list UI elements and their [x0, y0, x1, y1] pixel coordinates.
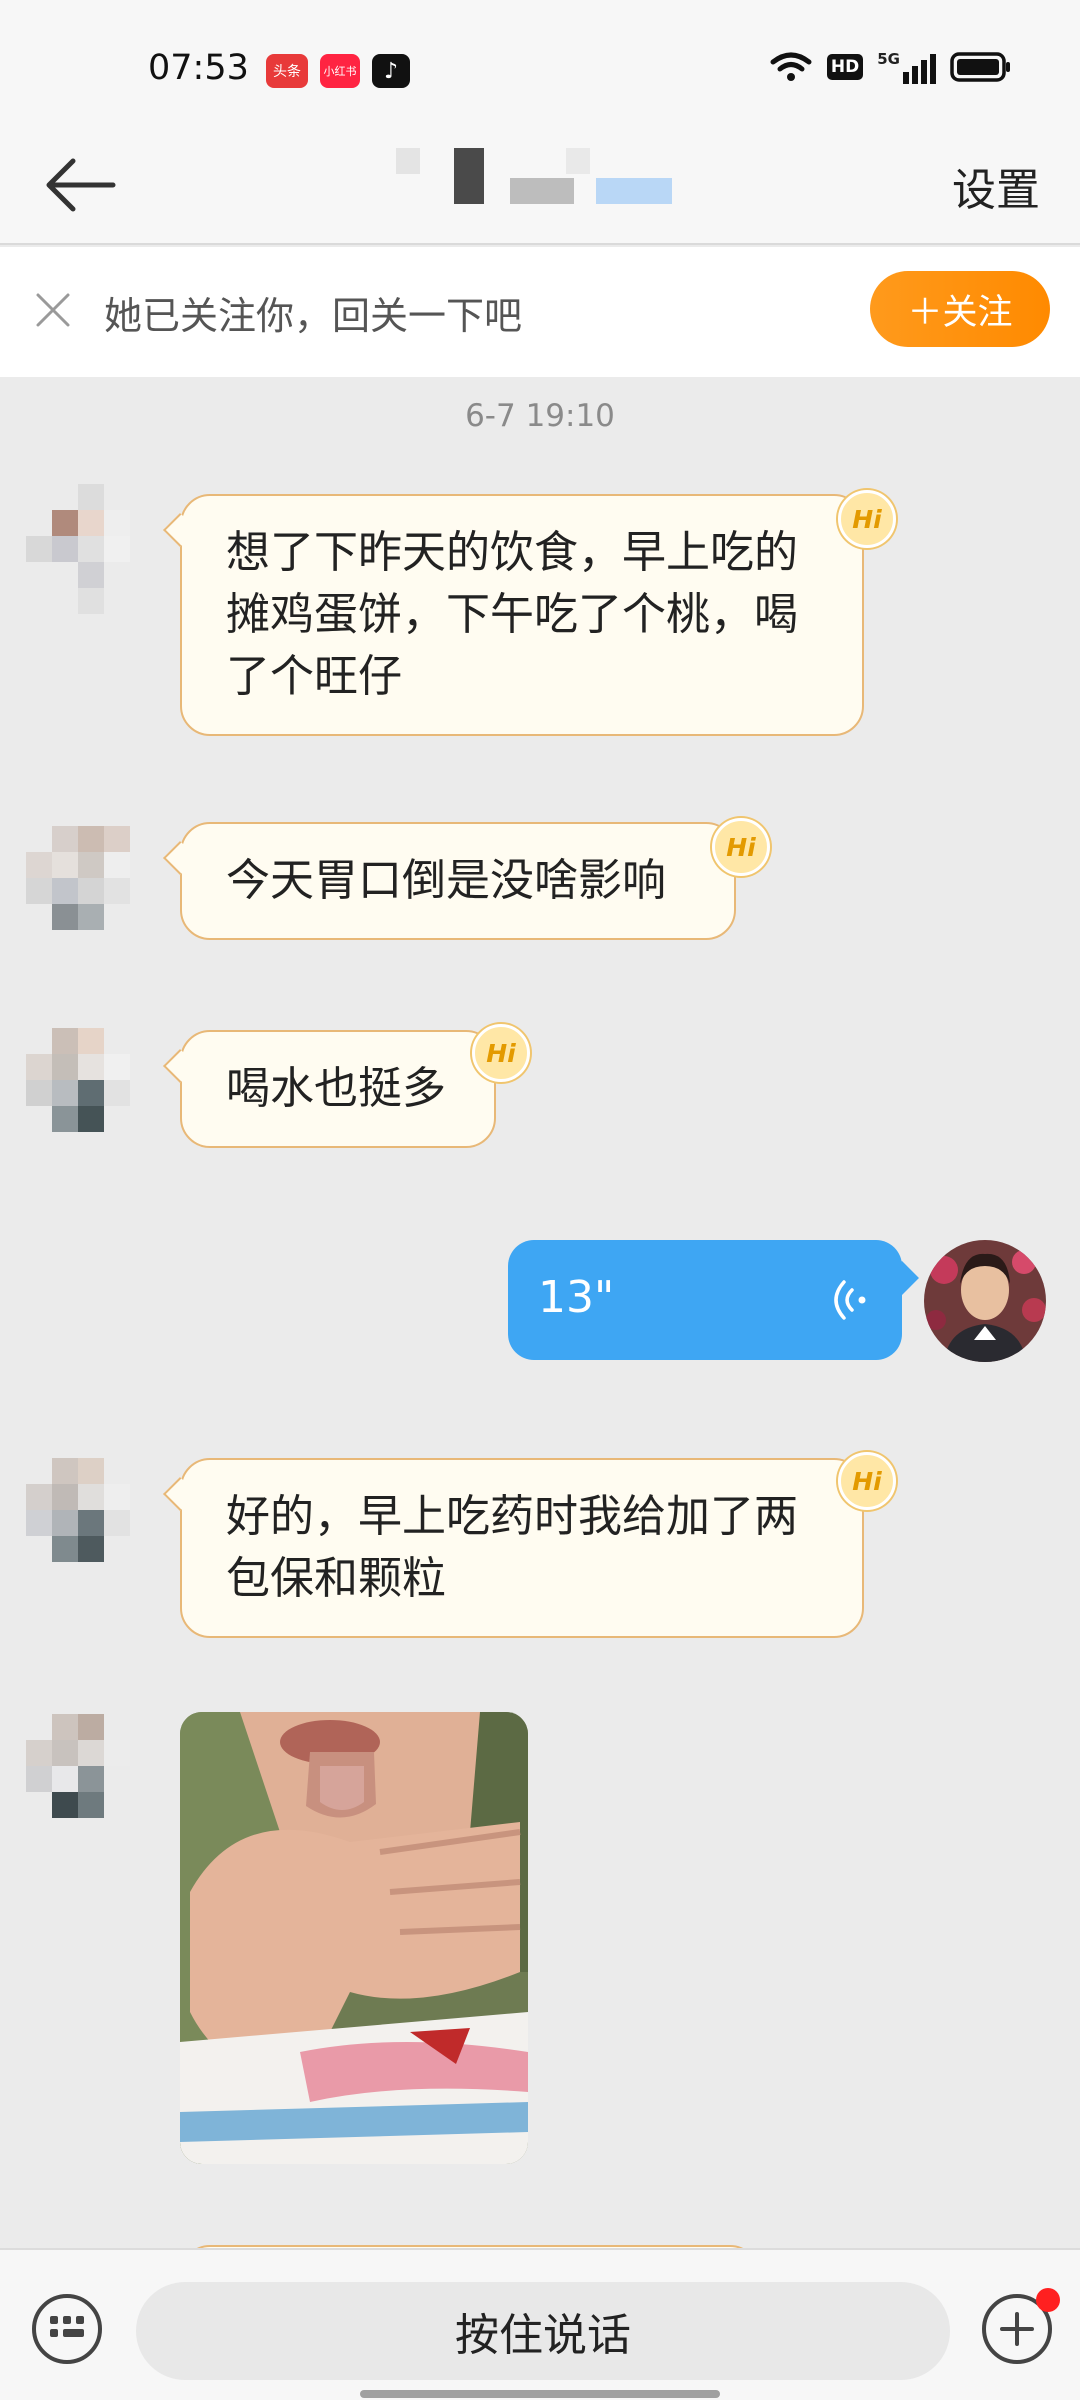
status-indicators: HD 5G — [769, 50, 1012, 84]
back-arrow-icon — [46, 158, 116, 212]
incoming-message-bubble[interactable]: 想了下昨天的饮食，早上吃的摊鸡蛋饼，下午吃了个桃，喝了个旺仔 — [163, 494, 864, 736]
hi-badge-icon: Hi — [712, 818, 770, 876]
follow-back-prompt: 她已关注你，回关一下吧 — [104, 294, 523, 338]
keyboard-toggle-button[interactable] — [32, 2294, 102, 2364]
toutiao-app-icon: 头条 — [266, 54, 308, 88]
message-text: 喝水也挺多 — [226, 1063, 446, 1114]
input-bar: 按住说话 — [0, 2248, 1080, 2400]
settings-button[interactable]: 设置 — [952, 154, 1040, 218]
notification-dot — [1036, 2288, 1060, 2312]
message-text: 今天胃口倒是没啥影响 — [226, 855, 666, 906]
my-avatar[interactable] — [924, 1240, 1046, 1362]
contact-avatar[interactable] — [26, 1458, 156, 1588]
message-timestamp: 6-7 19:10 — [465, 398, 615, 434]
hi-badge-icon: Hi — [472, 1024, 530, 1082]
keyboard-icon — [50, 2316, 84, 2337]
photo-message-tongue[interactable] — [180, 1712, 528, 2164]
contact-avatar[interactable] — [26, 826, 156, 956]
message-text: 想了下昨天的饮食，早上吃的摊鸡蛋饼，下午吃了个桃，喝了个旺仔 — [226, 527, 798, 702]
status-time: 07:53 — [148, 48, 249, 88]
incoming-message-bubble[interactable]: 喝水也挺多 — [163, 1030, 496, 1148]
contact-avatar[interactable] — [26, 484, 156, 614]
incoming-message-bubble[interactable]: 好的，早上吃药时我给加了两包保和颗粒 — [163, 1458, 864, 1638]
outgoing-voice-message[interactable]: 13" — [508, 1240, 919, 1360]
contact-name-censored — [390, 140, 710, 220]
xiaohongshu-app-icon: 小红书 — [320, 54, 360, 88]
voice-duration: 13" — [538, 1272, 615, 1323]
hd-icon: HD — [826, 54, 864, 80]
voice-wave-icon — [834, 1280, 866, 1320]
incoming-message-bubble[interactable]: 今天胃口倒是没啥影响 — [163, 822, 736, 940]
signal-icon: 5G — [877, 50, 936, 84]
nav-bar: 设置 — [0, 130, 1080, 245]
close-icon[interactable] — [30, 287, 76, 333]
contact-avatar[interactable] — [26, 1714, 156, 1844]
message-text: 好的，早上吃药时我给加了两包保和颗粒 — [226, 1491, 798, 1604]
wifi-icon — [770, 52, 812, 81]
back-button[interactable] — [40, 150, 120, 220]
home-indicator[interactable] — [360, 2390, 720, 2398]
contact-avatar[interactable] — [26, 1028, 156, 1158]
hi-badge-icon: Hi — [838, 1452, 896, 1510]
hi-badge-icon: Hi — [838, 490, 896, 548]
status-bar: 07:53 头条 小红书 ♪ HD 5G — [0, 0, 1080, 130]
follow-button[interactable]: ＋关注 — [870, 271, 1050, 347]
battery-icon — [950, 52, 1010, 82]
douyin-app-icon: ♪ — [372, 54, 410, 88]
network-type-label: 5G — [877, 50, 900, 68]
hold-to-talk-button[interactable]: 按住说话 — [136, 2282, 950, 2380]
follow-back-banner: 她已关注你，回关一下吧 ＋关注 — [0, 247, 1080, 377]
